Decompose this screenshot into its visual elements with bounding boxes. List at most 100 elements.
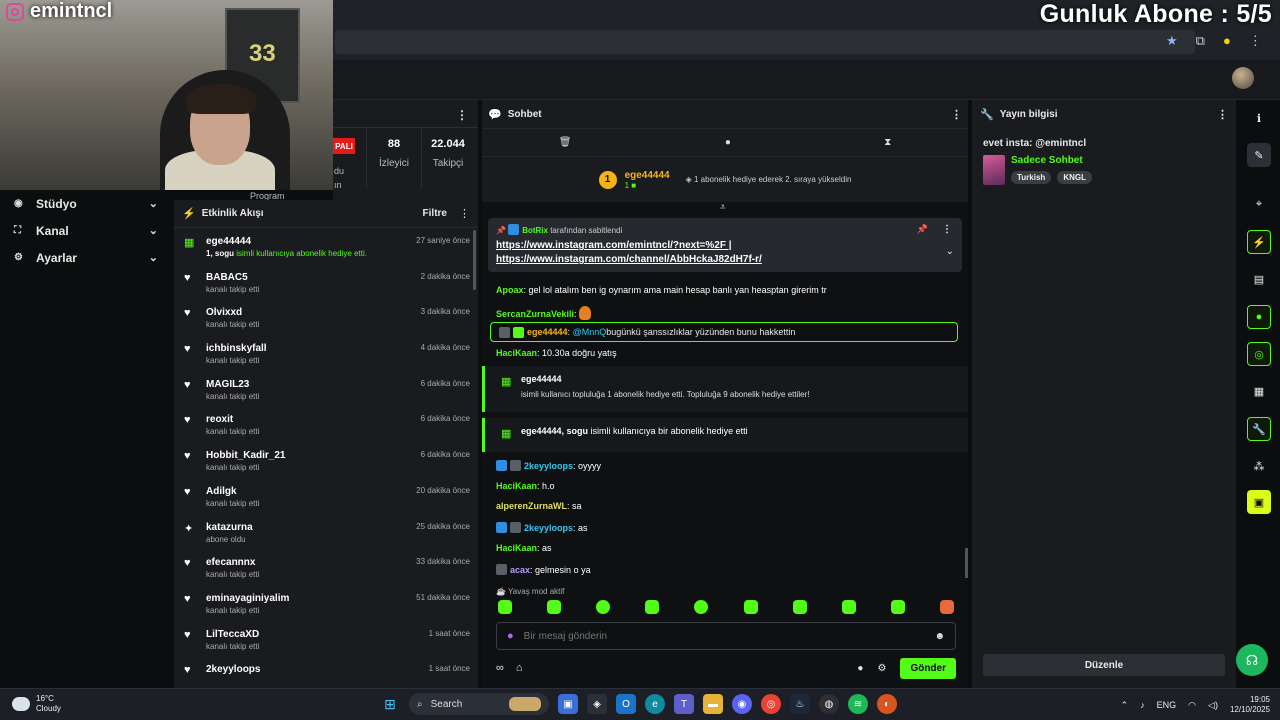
pinned-link[interactable]: https://www.instagram.com/emintncl/?next… xyxy=(496,240,954,251)
scrollbar[interactable] xyxy=(473,230,476,290)
gear-icon[interactable]: ⚙ xyxy=(877,663,886,674)
info-icon[interactable]: ℹ xyxy=(1247,106,1271,130)
more-menu-icon[interactable]: ⋮ xyxy=(1249,33,1262,49)
emote-icon[interactable] xyxy=(498,600,512,614)
wifi-icon[interactable]: ◠ xyxy=(1188,700,1196,711)
feed-menu-icon[interactable]: ⋮ xyxy=(459,207,470,220)
feed-item[interactable]: ♥ Olvixxd kanalı takip etti 3 dakika önce xyxy=(174,299,478,335)
stats-menu-icon[interactable]: ⋮ xyxy=(456,108,468,122)
emoji-icon[interactable]: ☻ xyxy=(934,631,945,642)
feed-item[interactable]: ♥ reoxit kanalı takip etti 6 dakika önce xyxy=(174,406,478,442)
focus-icon[interactable]: ⌖ xyxy=(1247,192,1271,216)
filter-button[interactable]: Filtre xyxy=(423,208,447,219)
bookmark-star-icon[interactable]: ★ xyxy=(1166,33,1178,49)
pinned-menu-icon[interactable]: ⋮ xyxy=(942,224,952,235)
spotify-icon[interactable]: ≋ xyxy=(848,694,868,714)
chat-username[interactable]: HaciKaan xyxy=(496,348,537,358)
category-name[interactable]: Sadece Sohbet xyxy=(1011,155,1092,166)
feed-item[interactable]: ♥ ichbinskyfall kanalı takip etti 4 dakika … xyxy=(174,335,478,371)
emote-icon[interactable] xyxy=(596,600,611,614)
feed-item[interactable]: ♥ 2keyyloops 1 saat önce xyxy=(174,656,478,688)
chat-username[interactable]: Apoax xyxy=(496,285,524,295)
pencil-icon[interactable]: ✎ xyxy=(1247,143,1271,167)
emote-icon[interactable] xyxy=(694,600,709,614)
address-bar[interactable] xyxy=(335,30,1195,54)
feed-item[interactable]: ✦ katazurna abone oldu 25 dakika önce xyxy=(174,514,478,550)
speaker-icon[interactable]: ◁) xyxy=(1208,700,1218,711)
teams-icon[interactable]: T xyxy=(674,694,694,714)
emote-icon[interactable] xyxy=(792,600,807,614)
obs-icon[interactable]: ◍ xyxy=(819,694,839,714)
edit-button[interactable]: Düzenle xyxy=(983,654,1225,676)
store-icon[interactable]: ◈ xyxy=(587,694,607,714)
info-menu-icon[interactable]: ⋮ xyxy=(1217,108,1228,121)
chat-username[interactable]: HaciKaan xyxy=(496,481,537,491)
pinned-link[interactable]: https://www.instagram.com/channel/AbbHck… xyxy=(496,254,954,265)
weather-widget[interactable]: 16°C Cloudy xyxy=(9,694,61,714)
chat-username[interactable]: acax xyxy=(510,565,530,575)
microphone-icon[interactable]: ● xyxy=(507,630,514,642)
store-icon[interactable]: ⌂ xyxy=(516,662,523,674)
search-box[interactable]: ⌕ Search xyxy=(409,693,549,715)
notes-icon[interactable]: ▤ xyxy=(1247,267,1271,291)
collapse-icon[interactable]: ⩡ xyxy=(720,202,726,213)
feed-item[interactable]: ▦ ege44444 1, sogu isimli kullanıcıya abon… xyxy=(174,228,478,264)
chat-bubble-icon[interactable]: ● xyxy=(725,137,731,148)
layout-icon[interactable]: ▦ xyxy=(1247,379,1271,403)
chat-username[interactable]: 2keyyloops xyxy=(524,523,573,533)
category-thumbnail[interactable] xyxy=(983,155,1005,185)
sidebar-item-settings[interactable]: ⚙ Ayarlar ⌄ xyxy=(0,244,172,271)
microphone-icon[interactable]: ♪ xyxy=(1140,700,1145,710)
chat-username[interactable]: HaciKaan xyxy=(496,543,537,553)
hourglass-icon[interactable]: ⧗ xyxy=(884,137,891,148)
feed-item[interactable]: ♥ efecannnx kanalı takip etti 33 dakika önc… xyxy=(174,549,478,585)
points-icon[interactable]: ∞ xyxy=(496,662,504,674)
app-icon[interactable]: ◐ xyxy=(877,694,897,714)
chrome-icon[interactable]: ◎ xyxy=(761,694,781,714)
send-button[interactable]: Gönder xyxy=(900,657,956,679)
outlook-icon[interactable]: O xyxy=(616,694,636,714)
wrench-icon[interactable]: 🔧 xyxy=(1247,417,1271,441)
chat-username[interactable]: ege44444 xyxy=(527,327,568,337)
sidebar-item-studio[interactable]: ◉ Stüdyo ⌄ xyxy=(0,190,172,217)
emote-icon[interactable] xyxy=(743,600,758,614)
emote-icon[interactable] xyxy=(890,600,905,614)
feed-item[interactable]: ♥ eminayaginiyalim kanalı takip etti 51 dak… xyxy=(174,585,478,621)
tag-chip[interactable]: Turkish xyxy=(1011,171,1052,184)
mention[interactable]: @MnnQ xyxy=(573,327,607,337)
sidebar-item-channel[interactable]: ⛶ Kanal ⌄ xyxy=(0,217,172,244)
discord-icon[interactable]: ◉ xyxy=(732,694,752,714)
chat-bubble-icon[interactable]: ● xyxy=(1247,305,1271,329)
chevron-up-icon[interactable]: ⌃ xyxy=(1121,700,1129,711)
chat-bubble-icon[interactable]: ● xyxy=(857,663,863,674)
clapper-icon[interactable]: ▣ xyxy=(1247,490,1271,514)
emote-icon[interactable] xyxy=(939,600,954,614)
chat-username[interactable]: SercanZurnaVekili xyxy=(496,309,574,319)
widgets-icon[interactable]: ▣ xyxy=(558,694,578,714)
feed-item[interactable]: ♥ Hobbit_Kadir_21 kanalı takip etti 6 dakik… xyxy=(174,442,478,478)
avatar[interactable] xyxy=(1232,67,1254,89)
pin-icon[interactable]: 📌 xyxy=(917,224,928,235)
feed-item[interactable]: ♥ LilTeccaXD kanalı takip etti 1 saat önce xyxy=(174,621,478,657)
trash-icon[interactable]: 🗑 xyxy=(559,137,572,148)
scrollbar[interactable] xyxy=(965,548,968,578)
points-icon[interactable]: ⁂ xyxy=(1247,454,1271,478)
edge-icon[interactable]: e xyxy=(645,694,665,714)
chat-menu-icon[interactable]: ⋮ xyxy=(951,108,962,121)
chat-username[interactable]: alperenZurnaWL xyxy=(496,501,567,511)
lightning-icon[interactable]: ⚡ xyxy=(1247,230,1271,254)
feed-item[interactable]: ♥ Adilgk kanalı takip etti 20 dakika önce xyxy=(174,478,478,514)
folder-icon[interactable]: ▬ xyxy=(703,694,723,714)
tag-chip[interactable]: KNGL xyxy=(1057,171,1092,184)
chat-username[interactable]: 2keyyloops xyxy=(524,461,573,471)
steam-icon[interactable]: ♨ xyxy=(790,694,810,714)
emote-icon[interactable] xyxy=(645,600,660,614)
windows-start-icon[interactable]: ⊞ xyxy=(380,694,400,714)
feed-item[interactable]: ♥ BABAC5 kanalı takip etti 2 dakika önce xyxy=(174,264,478,300)
clock[interactable]: 19:05 12/10/2025 xyxy=(1230,695,1270,715)
extensions-icon[interactable]: ⧉ xyxy=(1196,33,1205,49)
profile-icon[interactable]: ● xyxy=(1223,33,1231,49)
emote-icon[interactable] xyxy=(547,600,562,614)
emote-icon[interactable] xyxy=(841,600,856,614)
support-icon[interactable]: ☊ xyxy=(1236,644,1268,676)
